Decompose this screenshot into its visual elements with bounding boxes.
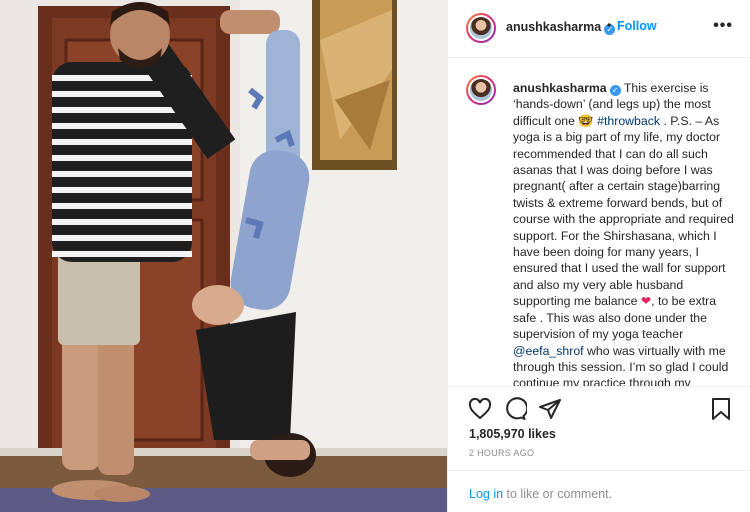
comments-area: anushkasharma ✓ This exercise is ‘hands-d… [448,58,750,386]
bookmark-icon[interactable] [710,397,732,426]
login-prompt-text: to like or comment. [503,487,613,501]
caption-username[interactable]: anushkasharma [513,81,607,95]
actions-section: 1,805,970 likes 2 HOURS AGO Log in to li… [448,386,750,512]
hashtag-link[interactable]: #throwback [597,114,660,128]
separator-dot: • [607,18,612,32]
avatar[interactable] [466,13,496,43]
paper-plane-icon[interactable] [538,397,562,426]
login-link[interactable]: Log in [469,487,503,501]
comment-bubble-icon[interactable] [503,397,529,426]
instagram-post: anushkasharma ✓ • Follow ••• anushkasharm… [0,0,750,512]
photo-illustration [0,0,447,512]
post-timestamp[interactable]: 2 HOURS AGO [469,448,534,458]
caption-avatar[interactable] [466,75,496,105]
header-username[interactable]: anushkasharma ✓ [506,20,616,35]
verified-badge-icon: ✓ [609,85,621,96]
mention-link[interactable]: @eefa_shrof [513,344,584,358]
likes-count[interactable]: 1,805,970 likes [469,427,556,441]
post-header: anushkasharma ✓ • Follow ••• [448,0,750,58]
post-side-panel: anushkasharma ✓ • Follow ••• anushkasharm… [447,0,750,512]
caption-text: anushkasharma ✓ This exercise is ‘hands-d… [513,80,738,386]
more-options-icon[interactable]: ••• [713,17,733,35]
follow-button[interactable]: Follow [617,19,657,33]
heart-outline-icon[interactable] [468,397,492,426]
post-photo[interactable] [0,0,447,512]
red-heart-emoji: ❤ [640,294,652,309]
caption-part-2: . P.S. – As yoga is a big part of my lif… [513,113,734,309]
nerd-emoji: 🤓 [578,113,594,128]
login-prompt: Log in to like or comment. [448,470,750,512]
